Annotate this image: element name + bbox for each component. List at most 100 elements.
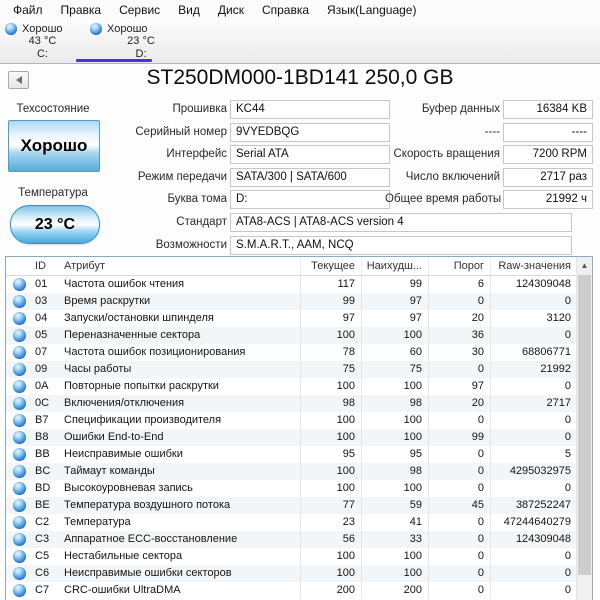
menu-item-4[interactable]: Вид [169, 1, 209, 19]
cell-id: BC [35, 465, 51, 477]
cell-attr: CRC-ошибки UltraDMA [64, 584, 181, 596]
info-wide-1-label: Возможности [155, 239, 227, 251]
cell-raw: 0 [490, 412, 577, 429]
table-row[interactable]: BB Неисправимые ошибки 95 95 0 5 [6, 446, 592, 463]
table-row[interactable]: 03 Время раскрутки 99 97 0 0 [6, 293, 592, 310]
cell-worst: 100 [361, 412, 428, 429]
status-good-icon [13, 278, 26, 291]
table-row[interactable]: 09 Часы работы 75 75 0 21992 [6, 361, 592, 378]
cell-raw: 124309048 [490, 276, 577, 293]
tab-status-row: Хорошо [85, 22, 197, 35]
menu-item-7[interactable]: Язык(Language) [318, 1, 425, 19]
cell-thresh: 0 [428, 463, 490, 480]
cell-attr: Неисправимые ошибки [64, 448, 183, 460]
status-good-icon [13, 295, 26, 308]
cell-thresh: 0 [428, 531, 490, 548]
cell-cur: 200 [300, 582, 361, 599]
smart-attributes-table: ID Атрибут Текущее Наихудш... Порог Raw-… [5, 256, 593, 600]
table-row[interactable]: C3 Аппаратное ECC-восстановление 56 33 0 1243… [6, 531, 592, 548]
tab-temperature: 43 °C [28, 35, 57, 47]
table-row[interactable]: B8 Ошибки End-to-End 100 100 99 0 [6, 429, 592, 446]
status-cell [6, 378, 33, 395]
cell-attr: Запуски/остановки шпинделя [64, 312, 214, 324]
cell-attr: Неисправимые ошибки секторов [64, 567, 232, 579]
table-row[interactable]: 05 Переназначенные сектора 100 100 36 0 [6, 327, 592, 344]
cell-raw: 21992 [490, 361, 577, 378]
menu-item-6[interactable]: Справка [253, 1, 318, 19]
scrollbar-thumb[interactable] [578, 275, 591, 575]
drive-tab-D[interactable]: Хорошо 23 °C D: [85, 22, 197, 60]
cell-id: BE [35, 499, 50, 511]
vertical-scrollbar[interactable]: ▲ [576, 257, 592, 600]
cell-id: 0C [35, 397, 50, 409]
table-row[interactable]: BC Таймаут команды 100 98 0 4295032975 [6, 463, 592, 480]
cell-id: 0A [35, 380, 49, 392]
cell-cur: 78 [300, 344, 361, 361]
left-arrow-icon [15, 76, 22, 84]
table-body: 01 Частота ошибок чтения 117 99 6 124309048 03… [6, 276, 592, 599]
cell-raw: 4295032975 [490, 463, 577, 480]
cell-worst: 100 [361, 565, 428, 582]
cell-id: 09 [35, 363, 48, 375]
drive-tabs: Хорошо 43 °C C: Хорошо 23 °C D: [0, 19, 600, 64]
status-good-icon [13, 567, 26, 580]
table-row[interactable]: 01 Частота ошибок чтения 117 99 6 124309048 [6, 276, 592, 293]
cell-cur: 97 [300, 310, 361, 327]
status-cell [6, 310, 33, 327]
table-row[interactable]: BE Температура воздушного потока 77 59 45 387… [6, 497, 592, 514]
table-row[interactable]: C5 Нестабильные сектора 100 100 0 0 [6, 548, 592, 565]
status-good-icon [13, 448, 26, 461]
table-row[interactable]: B7 Спецификации производителя 100 100 0 0 [6, 412, 592, 429]
back-button[interactable] [8, 71, 29, 89]
cell-id: 03 [35, 295, 48, 307]
cell-raw: 0 [490, 480, 577, 497]
table-row[interactable]: 04 Запуски/остановки шпинделя 97 97 20 3120 [6, 310, 592, 327]
menu-item-1[interactable]: Файл [4, 1, 52, 19]
cell-thresh: 0 [428, 446, 490, 463]
status-good-icon [90, 22, 102, 35]
cell-raw: 3120 [490, 310, 577, 327]
status-cell [6, 327, 33, 344]
info-mid-0-value: KC44 [230, 100, 390, 119]
menu-item-5[interactable]: Диск [209, 1, 253, 19]
menu-item-2[interactable]: Правка [52, 1, 111, 19]
status-good-icon [13, 380, 26, 393]
cell-worst: 60 [361, 344, 428, 361]
cell-thresh: 0 [428, 293, 490, 310]
cell-attr: Спецификации производителя [64, 414, 222, 426]
col-header-worst: Наихудш... [361, 257, 428, 275]
table-row[interactable]: C7 CRC-ошибки UltraDMA 200 200 0 0 [6, 582, 592, 599]
cell-worst: 100 [361, 327, 428, 344]
cell-attr: Частота ошибок чтения [64, 278, 185, 290]
status-good-icon [13, 584, 26, 597]
info-mid-3-label: Режим передачи [137, 171, 227, 183]
drive-tab-C[interactable]: Хорошо 43 °C C: [0, 22, 85, 60]
cell-cur: 100 [300, 412, 361, 429]
table-row[interactable]: C6 Неисправимые ошибки секторов 100 100 0 0 [6, 565, 592, 582]
status-cell [6, 582, 33, 599]
crystaldiskinfo-window: Файл Правка Сервис Вид Диск Справка Язык(Langu… [0, 0, 600, 600]
cell-cur: 99 [300, 293, 361, 310]
col-header-cur: Текущее [300, 257, 361, 275]
status-cell [6, 276, 33, 293]
cell-attr: Аппаратное ECC-восстановление [64, 533, 238, 545]
cell-cur: 95 [300, 446, 361, 463]
cell-cur: 100 [300, 480, 361, 497]
scroll-up-icon[interactable]: ▲ [577, 257, 592, 274]
table-row[interactable]: 0C Включения/отключения 98 98 20 2717 [6, 395, 592, 412]
cell-attr: Высокоуровневая запись [64, 482, 193, 494]
status-cell [6, 548, 33, 565]
status-good-icon [13, 550, 26, 563]
cell-attr: Переназначенные сектора [64, 329, 201, 341]
info-mid-0-label: Прошивка [172, 103, 228, 115]
cell-attr: Время раскрутки [64, 295, 151, 307]
status-cell [6, 429, 33, 446]
status-good-icon [13, 533, 26, 546]
table-row[interactable]: C2 Температура 23 41 0 47244640279 [6, 514, 592, 531]
cell-id: C3 [35, 533, 50, 545]
table-row[interactable]: 0A Повторные попытки раскрутки 100 100 97 0 [6, 378, 592, 395]
cell-id: BD [35, 482, 51, 494]
table-row[interactable]: BD Высокоуровневая запись 100 100 0 0 [6, 480, 592, 497]
menu-item-3[interactable]: Сервис [110, 1, 169, 19]
table-row[interactable]: 07 Частота ошибок позиционирования 78 60 30 6… [6, 344, 592, 361]
